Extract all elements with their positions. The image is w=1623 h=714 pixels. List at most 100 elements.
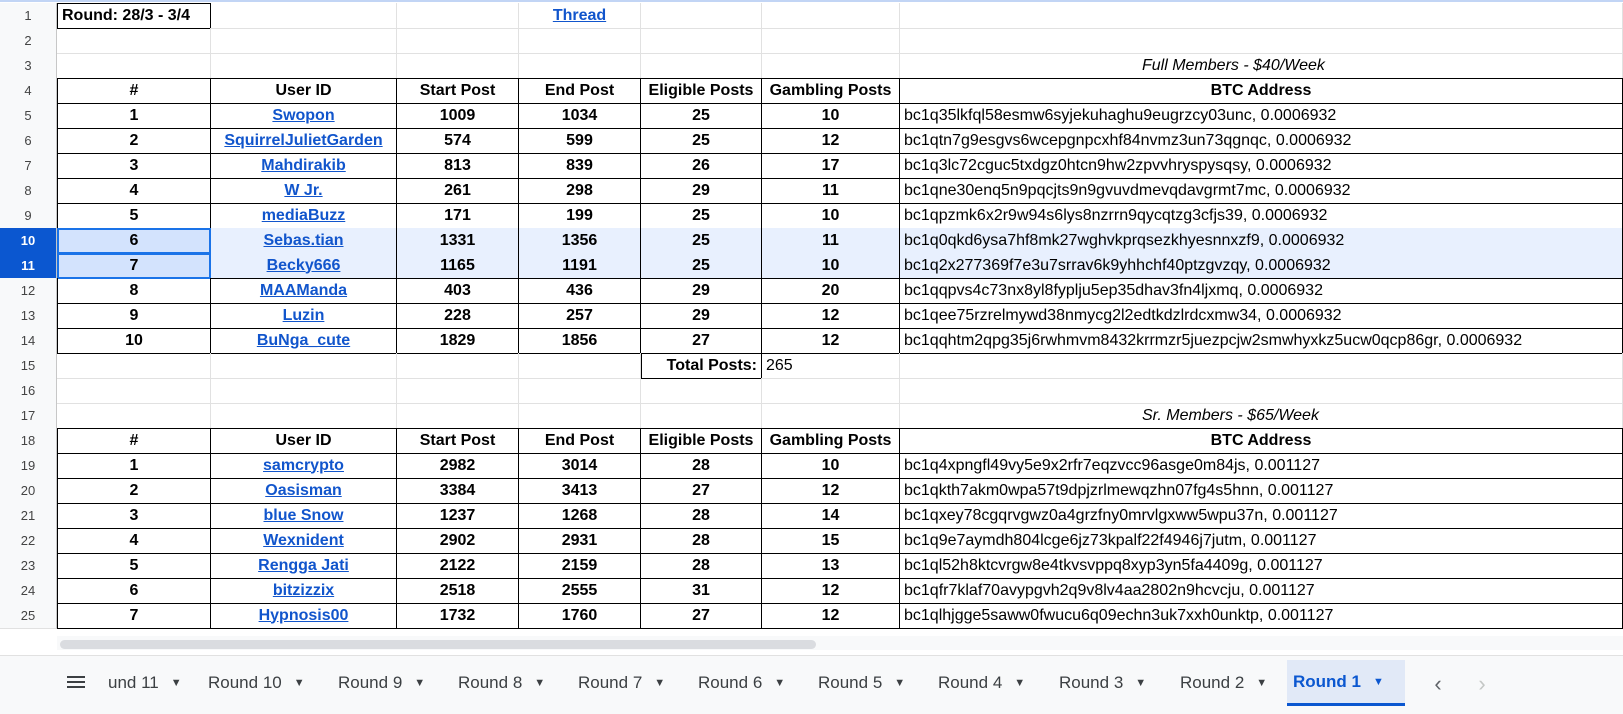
sheet-tab[interactable]: Round 4 ▼ — [932, 660, 1048, 706]
thread-link-cell[interactable]: Thread — [519, 3, 641, 29]
eligible-posts-cell[interactable]: 29 — [641, 303, 762, 329]
row-header[interactable]: 11 — [0, 253, 57, 279]
row-header[interactable]: 7 — [0, 153, 57, 179]
user-id-cell[interactable]: mediaBuzz — [211, 203, 397, 229]
row-header[interactable]: 12 — [0, 278, 57, 304]
empty-cell[interactable] — [641, 53, 762, 79]
start-post-cell[interactable]: 1829 — [397, 328, 519, 354]
row-header[interactable]: 3 — [0, 53, 57, 79]
user-profile-link[interactable]: Sebas.tian — [263, 232, 343, 250]
start-post-cell[interactable]: 1165 — [397, 253, 519, 279]
row-header[interactable]: 18 — [0, 428, 57, 454]
user-profile-link[interactable]: MAAManda — [260, 282, 347, 300]
chevron-down-icon[interactable]: ▼ — [774, 677, 785, 689]
gambling-posts-cell[interactable]: 10 — [762, 203, 900, 229]
eligible-posts-cell[interactable]: 31 — [641, 578, 762, 604]
eligible-posts-cell[interactable]: 25 — [641, 103, 762, 129]
row-header[interactable]: 2 — [0, 28, 57, 54]
gambling-posts-cell[interactable]: 12 — [762, 578, 900, 604]
empty-cell[interactable] — [397, 403, 519, 429]
empty-cell[interactable] — [519, 28, 641, 54]
user-profile-link[interactable]: Mahdirakib — [261, 157, 345, 175]
user-id-cell[interactable]: samcrypto — [211, 453, 397, 479]
user-id-cell[interactable]: bitzizzix — [211, 578, 397, 604]
empty-cell[interactable] — [900, 28, 1623, 54]
row-header[interactable]: 24 — [0, 578, 57, 604]
start-post-cell[interactable]: 228 — [397, 303, 519, 329]
end-post-cell[interactable]: 1268 — [519, 503, 641, 529]
btc-address-cell[interactable]: bc1qfr7klaf70avypgvh2q9v8lv4aa2802n9hcvc… — [900, 578, 1623, 604]
rank-cell[interactable]: 8 — [57, 278, 211, 304]
empty-cell[interactable] — [211, 28, 397, 54]
user-profile-link[interactable]: Hypnosis00 — [259, 607, 349, 625]
empty-cell[interactable] — [762, 378, 900, 404]
chevron-down-icon[interactable]: ▼ — [534, 677, 545, 689]
user-id-cell[interactable]: Luzin — [211, 303, 397, 329]
sheet-tab[interactable]: Round 5 ▼ — [812, 660, 928, 706]
empty-cell[interactable] — [57, 403, 211, 429]
eligible-posts-cell[interactable]: 28 — [641, 528, 762, 554]
row-header[interactable]: 19 — [0, 453, 57, 479]
start-post-cell[interactable]: 2122 — [397, 553, 519, 579]
row-header[interactable]: 9 — [0, 203, 57, 229]
user-id-cell[interactable]: BuNga_cute — [211, 328, 397, 354]
eligible-posts-cell[interactable]: 27 — [641, 478, 762, 504]
user-id-cell[interactable]: Oasisman — [211, 478, 397, 504]
empty-cell[interactable] — [57, 378, 211, 404]
rank-cell[interactable]: 10 — [57, 328, 211, 354]
row-header[interactable]: 25 — [0, 603, 57, 629]
user-id-cell[interactable]: MAAManda — [211, 278, 397, 304]
rank-cell[interactable]: 3 — [57, 153, 211, 179]
column-header-1[interactable]: User ID — [211, 78, 397, 104]
gambling-posts-cell[interactable]: 11 — [762, 228, 900, 254]
user-profile-link[interactable]: mediaBuzz — [262, 207, 346, 225]
row-header[interactable]: 6 — [0, 128, 57, 154]
empty-cell[interactable] — [900, 353, 1623, 379]
end-post-cell[interactable]: 2159 — [519, 553, 641, 579]
empty-cell[interactable] — [397, 28, 519, 54]
gambling-posts-cell[interactable]: 10 — [762, 453, 900, 479]
btc-address-cell[interactable]: bc1qpzmk6x2r9w94s6lys8nzrrn9qycqtzg3cfjs… — [900, 203, 1623, 229]
empty-cell[interactable] — [641, 3, 762, 29]
user-profile-link[interactable]: samcrypto — [263, 457, 344, 475]
row-header[interactable]: 16 — [0, 378, 57, 404]
start-post-cell[interactable]: 3384 — [397, 478, 519, 504]
user-profile-link[interactable]: Oasisman — [265, 482, 341, 500]
empty-cell[interactable] — [57, 28, 211, 54]
gambling-posts-cell[interactable]: 12 — [762, 478, 900, 504]
column-header-4[interactable]: Eligible Posts — [641, 78, 762, 104]
rank-cell[interactable]: 4 — [57, 178, 211, 204]
empty-cell[interactable] — [211, 53, 397, 79]
row-header[interactable]: 15 — [0, 353, 57, 379]
column-header-6[interactable]: BTC Address — [900, 428, 1623, 454]
gambling-posts-cell[interactable]: 20 — [762, 278, 900, 304]
empty-cell[interactable] — [762, 53, 900, 79]
column-header-6[interactable]: BTC Address — [900, 78, 1623, 104]
btc-address-cell[interactable]: bc1q4xpngfl49vy5e9x2rfr7eqzvcc96asge0m84… — [900, 453, 1623, 479]
start-post-cell[interactable]: 261 — [397, 178, 519, 204]
sheet-tab[interactable]: Round 7 ▼ — [572, 660, 688, 706]
start-post-cell[interactable]: 1009 — [397, 103, 519, 129]
sheet-tab[interactable]: Round 9 ▼ — [332, 660, 448, 706]
section-title[interactable]: Full Members - $40/Week — [900, 53, 1623, 79]
empty-cell[interactable] — [211, 403, 397, 429]
user-profile-link[interactable]: Luzin — [283, 307, 325, 325]
row-header[interactable]: 8 — [0, 178, 57, 204]
rank-cell[interactable]: 3 — [57, 503, 211, 529]
chevron-down-icon[interactable]: ▼ — [894, 677, 905, 689]
eligible-posts-cell[interactable]: 28 — [641, 503, 762, 529]
eligible-posts-cell[interactable]: 25 — [641, 253, 762, 279]
row-header[interactable]: 13 — [0, 303, 57, 329]
user-profile-link[interactable]: blue Snow — [264, 507, 344, 525]
btc-address-cell[interactable]: bc1q2x277369f7e3u7srrav6k9yhhchf40ptzgvz… — [900, 253, 1623, 279]
empty-cell[interactable] — [641, 378, 762, 404]
empty-cell[interactable] — [900, 3, 1623, 29]
rank-cell[interactable]: 7 — [57, 253, 211, 279]
gambling-posts-cell[interactable]: 12 — [762, 603, 900, 629]
end-post-cell[interactable]: 599 — [519, 128, 641, 154]
empty-cell[interactable] — [397, 3, 519, 29]
scroll-tabs-right-button[interactable]: › — [1466, 668, 1498, 700]
eligible-posts-cell[interactable]: 28 — [641, 553, 762, 579]
user-id-cell[interactable]: SquirrelJulietGarden — [211, 128, 397, 154]
eligible-posts-cell[interactable]: 26 — [641, 153, 762, 179]
